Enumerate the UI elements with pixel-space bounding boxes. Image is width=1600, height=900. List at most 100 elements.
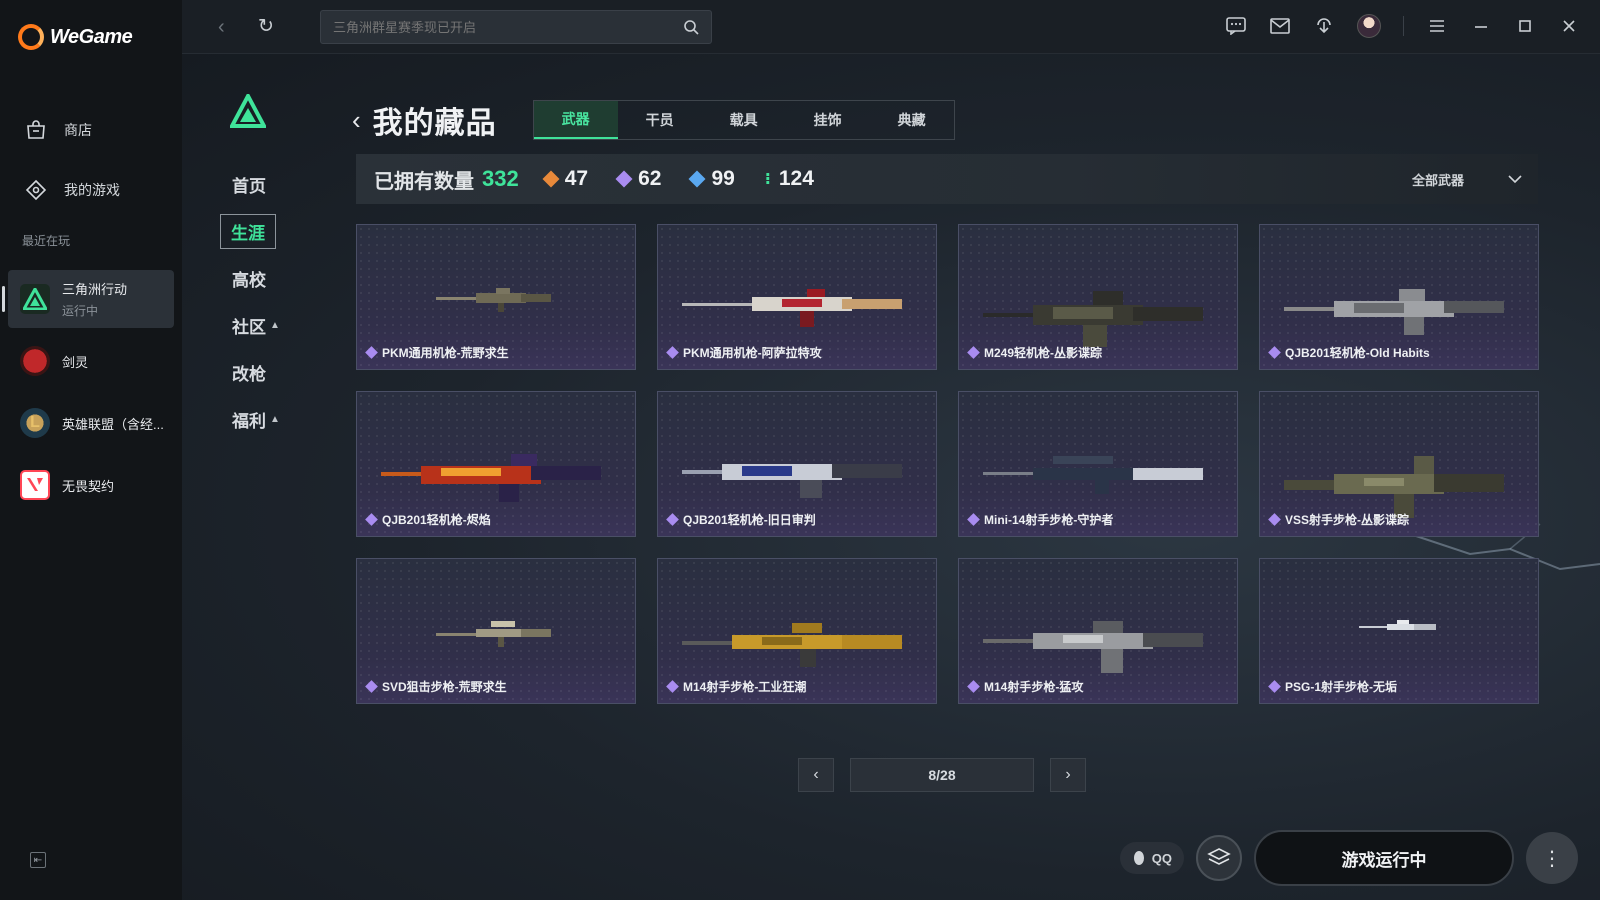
- recent-game-lol[interactable]: L 英雄联盟（含经...: [8, 394, 174, 452]
- page-title: 我的藏品: [372, 107, 497, 140]
- item-card[interactable]: QJB201轻机枪-旧日审判: [657, 391, 937, 537]
- item-card[interactable]: VSS射手步枪-丛影谍踪: [1259, 391, 1539, 537]
- item-card[interactable]: Mini-14射手步枪-守护者: [958, 391, 1238, 537]
- menu-icon[interactable]: [1426, 15, 1448, 37]
- chat-icon[interactable]: [1225, 15, 1247, 37]
- recent-game-blade-soul[interactable]: 剑灵: [8, 332, 174, 390]
- nav-store[interactable]: 商店: [0, 100, 182, 160]
- item-label: PKM通用机枪-阿萨拉特攻: [666, 344, 822, 361]
- recent-game-valorant[interactable]: 无畏契约: [8, 456, 174, 514]
- nav-store-label: 商店: [64, 122, 92, 138]
- item-name: QJB201轻机枪-Old Habits: [1285, 346, 1430, 360]
- rarity-orange-icon: [542, 170, 560, 188]
- item-card[interactable]: PSG-1射手步枪-无垢: [1259, 558, 1539, 704]
- item-label: M14射手步枪-猛攻: [967, 678, 1083, 695]
- recent-game-delta-force[interactable]: 三角洲行动 运行中: [2, 270, 174, 328]
- item-label: QJB201轻机枪-Old Habits: [1268, 344, 1430, 361]
- blade-soul-icon: [20, 346, 50, 376]
- item-name: PKM通用机枪-阿萨拉特攻: [683, 346, 822, 360]
- weapon-filter-dropdown[interactable]: 全部武器: [1412, 154, 1522, 204]
- item-card[interactable]: PKM通用机枪-荒野求生: [356, 224, 636, 370]
- rarity-green-icon: ⁝: [764, 171, 771, 188]
- recent-game-name: 无畏契约: [62, 478, 115, 494]
- item-label: QJB201轻机枪-烬焰: [365, 511, 491, 528]
- game-nav-community[interactable]: 社区 ▲: [222, 302, 292, 349]
- item-card[interactable]: QJB201轻机枪-Old Habits: [1259, 224, 1539, 370]
- nav-my-games[interactable]: 我的游戏: [0, 160, 182, 220]
- game-nav-campus[interactable]: 高校: [222, 255, 292, 302]
- recent-game-name: 三角洲行动: [62, 282, 128, 297]
- game-nav-gunsmith[interactable]: 改枪: [222, 349, 292, 396]
- tab-charms[interactable]: 挂饰: [786, 101, 870, 139]
- item-card[interactable]: SVD狙击步枪-荒野求生: [356, 558, 636, 704]
- game-running-button[interactable]: 游戏运行中: [1254, 830, 1514, 886]
- maximize-icon[interactable]: [1514, 15, 1536, 37]
- qq-account-pill[interactable]: QQ: [1119, 842, 1184, 874]
- search-box[interactable]: [320, 10, 712, 44]
- wegame-logo-icon: [18, 24, 44, 50]
- rarity-purple-icon: [1268, 513, 1281, 526]
- rarity-orange: 47: [542, 167, 588, 191]
- app-nav: 商店 我的游戏: [0, 100, 182, 220]
- item-card[interactable]: QJB201轻机枪-烬焰: [356, 391, 636, 537]
- item-label: M14射手步枪-工业狂潮: [666, 678, 806, 695]
- rarity-purple-icon: [967, 513, 980, 526]
- more-options-icon[interactable]: ⋮: [1526, 832, 1578, 884]
- game-nav-rewards[interactable]: 福利 ▲: [222, 396, 292, 443]
- mail-icon[interactable]: [1269, 15, 1291, 37]
- wegame-logo[interactable]: WeGame: [18, 24, 133, 50]
- tab-operators[interactable]: 干员: [618, 101, 702, 139]
- next-page-button[interactable]: ›: [1050, 758, 1086, 792]
- weapon-red-mg-image: [682, 289, 902, 327]
- tab-collection[interactable]: 典藏: [870, 101, 954, 139]
- recent-game-name: 英雄联盟（含经...: [62, 416, 164, 432]
- collapse-sidebar-icon[interactable]: ⇤: [30, 852, 46, 868]
- weapon-white-psg-image: [1359, 620, 1436, 630]
- chevron-down-icon: [1508, 175, 1522, 184]
- stats-bar: 已拥有数量 332 47 62 99 ⁝ 124 全部武器: [356, 154, 1538, 204]
- search-icon[interactable]: [683, 19, 699, 35]
- tab-weapons[interactable]: 武器: [533, 101, 618, 139]
- game-nav-home[interactable]: 首页: [222, 161, 292, 208]
- game-nav-career[interactable]: 生涯: [220, 208, 292, 255]
- item-name: PSG-1射手步枪-无垢: [1285, 680, 1398, 694]
- lol-icon: L: [20, 408, 50, 438]
- rarity-blue-icon: [688, 170, 706, 188]
- recent-game-name: 剑灵: [62, 354, 89, 370]
- game-nav-label: 高校: [232, 271, 266, 290]
- delta-force-logo-icon[interactable]: [228, 91, 268, 130]
- item-card[interactable]: M249轻机枪-丛影谍踪: [958, 224, 1238, 370]
- user-avatar[interactable]: [1357, 14, 1381, 38]
- item-card[interactable]: PKM通用机枪-阿萨拉特攻: [657, 224, 937, 370]
- minimize-icon[interactable]: [1470, 15, 1492, 37]
- rarity-purple-icon: [365, 680, 378, 693]
- tab-vehicles[interactable]: 载具: [702, 101, 786, 139]
- back-chevron-icon[interactable]: ‹: [352, 105, 361, 136]
- gamepad-icon: [25, 179, 47, 201]
- item-card[interactable]: M14射手步枪-工业狂潮: [657, 558, 937, 704]
- weapon-camo-mg-image: [436, 288, 551, 312]
- weapon-camo-svd-image: [436, 621, 551, 647]
- game-tools-button[interactable]: [1196, 835, 1242, 881]
- close-icon[interactable]: [1558, 15, 1580, 37]
- item-name: M249轻机枪-丛影谍踪: [984, 346, 1103, 360]
- weapon-blue-lmg-image: [682, 464, 902, 498]
- page-indicator: 8/28: [850, 758, 1034, 792]
- weapon-dark-lmg-image: [983, 291, 1203, 347]
- item-name: Mini-14射手步枪-守护者: [984, 513, 1114, 527]
- rarity-purple-icon: [615, 170, 633, 188]
- item-name: SVD狙击步枪-荒野求生: [382, 680, 507, 694]
- item-label: QJB201轻机枪-旧日审判: [666, 511, 816, 528]
- download-icon[interactable]: [1313, 15, 1335, 37]
- back-arrow-icon[interactable]: ‹: [218, 16, 225, 39]
- refresh-icon[interactable]: ↻: [258, 15, 274, 38]
- game-nav-label: 首页: [232, 177, 266, 196]
- search-input[interactable]: [333, 19, 683, 35]
- prev-page-button[interactable]: ‹: [798, 758, 834, 792]
- rarity-purple-icon: [365, 513, 378, 526]
- item-label: SVD狙击步枪-荒野求生: [365, 678, 507, 695]
- item-card[interactable]: M14射手步枪-猛攻: [958, 558, 1238, 704]
- rarity-purple-icon: [666, 680, 679, 693]
- item-name: QJB201轻机枪-烬焰: [382, 513, 491, 527]
- valorant-icon: [20, 470, 50, 500]
